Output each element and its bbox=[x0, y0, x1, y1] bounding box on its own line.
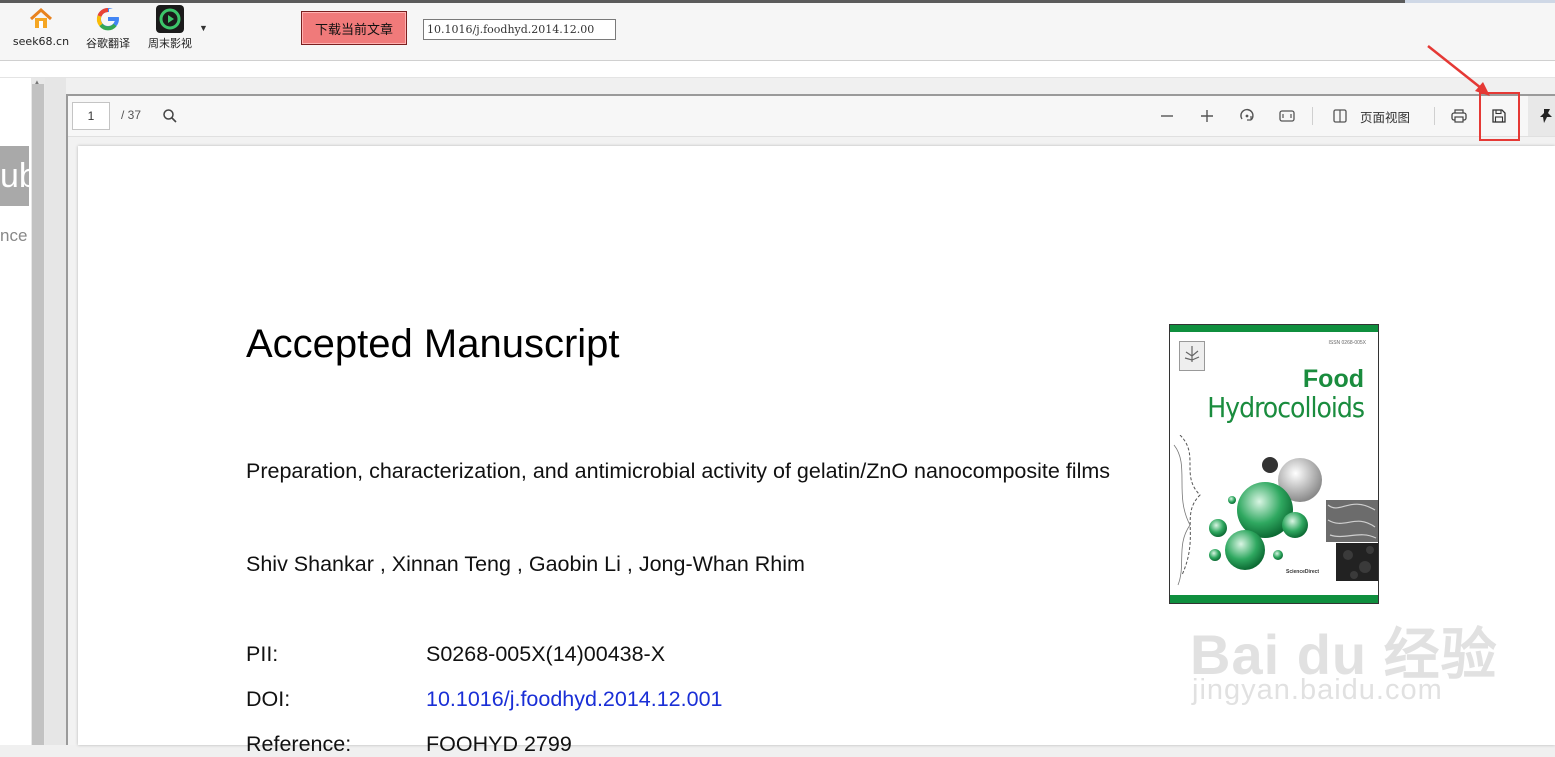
google-icon bbox=[94, 5, 122, 33]
page-view-icon[interactable] bbox=[1330, 106, 1350, 126]
home-icon bbox=[27, 5, 55, 33]
page-total: / 37 bbox=[121, 108, 142, 122]
page-number-input[interactable]: 1 bbox=[72, 102, 110, 130]
cover-bottom-band bbox=[1170, 595, 1378, 603]
toolbar-separator bbox=[1434, 107, 1435, 125]
cover-illustration bbox=[1173, 435, 1378, 586]
bookmark-seek68[interactable]: seek68.cn bbox=[8, 5, 74, 48]
background-caption: nce bbox=[0, 226, 27, 245]
cover-sciencedirect: ScienceDirect bbox=[1286, 569, 1320, 575]
scrollbar-thumb[interactable] bbox=[32, 84, 44, 745]
print-icon[interactable] bbox=[1449, 106, 1469, 126]
page-view-label[interactable]: 页面视图 bbox=[1360, 107, 1410, 126]
bookmark-label: seek68.cn bbox=[12, 35, 70, 48]
document-title: Accepted Manuscript bbox=[246, 322, 620, 366]
pin-icon bbox=[1538, 107, 1554, 130]
article-title: Preparation, characterization, and antim… bbox=[246, 459, 1110, 483]
bookmark-google-translate[interactable]: 谷歌翻译 bbox=[80, 5, 136, 51]
bookmarks-bar: seek68.cn 谷歌翻译 周末影视 ▼ 下载当前文章 10.1016/j.f… bbox=[0, 3, 1555, 61]
pdf-toolbar: 1 / 37 页面视图 bbox=[68, 96, 1555, 137]
background-logo: ub bbox=[0, 146, 29, 206]
scrollbar[interactable]: ▲ bbox=[31, 78, 45, 745]
doi-link[interactable]: 10.1016/j.foodhyd.2014.12.001 bbox=[426, 687, 723, 712]
toolbar-separator bbox=[1312, 107, 1313, 125]
zoom-in-icon[interactable] bbox=[1197, 106, 1217, 126]
pii-value: S0268-005X(14)00438-X bbox=[426, 642, 666, 666]
zoom-out-icon[interactable] bbox=[1157, 106, 1177, 126]
cover-title-food: Food bbox=[1302, 365, 1364, 393]
pdf-page: Accepted Manuscript Preparation, charact… bbox=[78, 146, 1555, 756]
cover-issn: ISSN 0268-005X bbox=[1328, 340, 1366, 346]
pin-button[interactable] bbox=[1528, 96, 1555, 136]
fit-page-icon[interactable] bbox=[1277, 106, 1297, 126]
doi-input[interactable]: 10.1016/j.foodhyd.2014.12.00 bbox=[423, 19, 616, 40]
bookmark-weekend-movies[interactable]: 周末影视 bbox=[140, 5, 200, 51]
journal-cover: ISSN 0268-005X Food Hydrocolloids Scienc… bbox=[1169, 324, 1379, 604]
bookmark-label: 周末影视 bbox=[148, 37, 192, 50]
annotation-arrow bbox=[1427, 45, 1490, 96]
page-gutter bbox=[45, 78, 66, 745]
doi-label: DOI: bbox=[246, 687, 291, 711]
pii-label: PII: bbox=[246, 642, 279, 666]
cover-title-hydrocolloids: Hydrocolloids bbox=[1207, 391, 1365, 424]
rotate-icon[interactable] bbox=[1237, 106, 1257, 126]
elsevier-logo-icon bbox=[1179, 341, 1205, 371]
download-article-button[interactable]: 下载当前文章 bbox=[301, 11, 407, 45]
search-icon[interactable] bbox=[160, 106, 180, 126]
cover-top-band bbox=[1170, 325, 1378, 332]
article-authors: Shiv Shankar , Xinnan Teng , Gaobin Li ,… bbox=[246, 552, 805, 576]
browser-content-top bbox=[0, 61, 1555, 78]
chevron-down-icon[interactable]: ▼ bbox=[199, 23, 208, 33]
play-icon bbox=[156, 5, 184, 33]
bookmark-label: 谷歌翻译 bbox=[86, 37, 130, 50]
